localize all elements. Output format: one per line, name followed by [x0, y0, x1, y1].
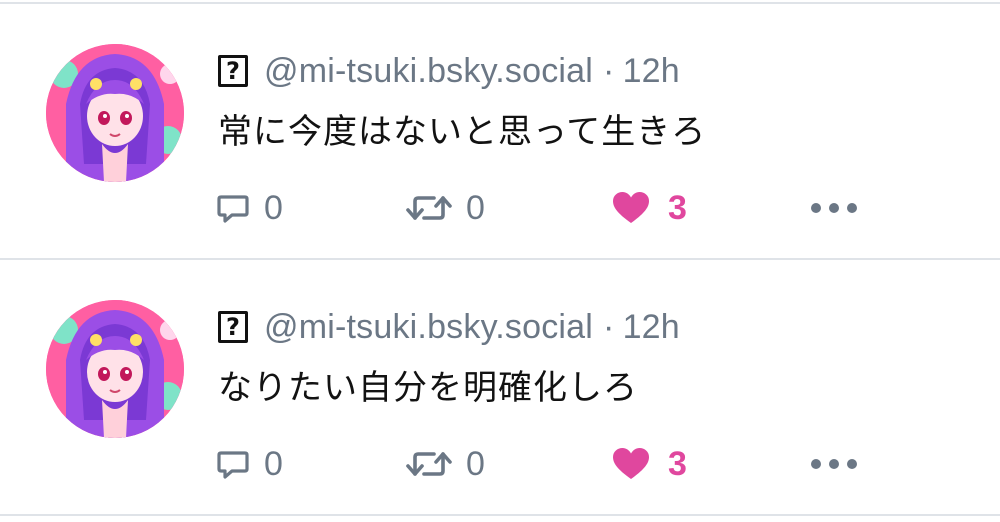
reply-button[interactable]: 0	[216, 436, 283, 492]
separator-dot: ·	[603, 51, 615, 90]
post-actions: 0 0 3	[0, 180, 1000, 236]
post-actions: 0 0 3	[0, 436, 1000, 492]
reply-count: 0	[264, 444, 283, 483]
like-count: 3	[668, 188, 687, 227]
ellipsis-icon	[810, 458, 858, 470]
unknown-glyph-icon: ?	[218, 55, 248, 87]
avatar[interactable]	[46, 300, 184, 438]
post-text: 常に今度はないと思って生きろ	[218, 112, 707, 152]
heart-icon	[612, 447, 650, 481]
like-button[interactable]: 3	[612, 436, 687, 492]
repost-arrows-icon	[406, 447, 452, 481]
avatar[interactable]	[46, 44, 184, 182]
heart-icon	[612, 191, 650, 225]
post-header: ? @mi-tsuki.bsky.social · 12h	[218, 48, 680, 94]
speech-bubble-icon	[216, 191, 250, 225]
more-options-button[interactable]	[810, 436, 858, 492]
like-count: 3	[668, 444, 687, 483]
post-timestamp[interactable]: 12h	[623, 52, 680, 91]
like-button[interactable]: 3	[612, 180, 687, 236]
reply-button[interactable]: 0	[216, 180, 283, 236]
repost-button[interactable]: 0	[406, 436, 485, 492]
separator-dot: ·	[603, 307, 615, 346]
post-item[interactable]: ? @mi-tsuki.bsky.social · 12h 常に今度はないと思っ…	[0, 4, 1000, 260]
ellipsis-icon	[810, 202, 858, 214]
more-options-button[interactable]	[810, 180, 858, 236]
post-timestamp[interactable]: 12h	[623, 308, 680, 347]
repost-button[interactable]: 0	[406, 180, 485, 236]
repost-arrows-icon	[406, 191, 452, 225]
bottom-divider	[0, 514, 1000, 516]
author-handle[interactable]: @mi-tsuki.bsky.social	[264, 52, 593, 91]
post-item[interactable]: ? @mi-tsuki.bsky.social · 12h なりたい自分を明確化…	[0, 260, 1000, 516]
repost-count: 0	[466, 444, 485, 483]
speech-bubble-icon	[216, 447, 250, 481]
repost-count: 0	[466, 188, 485, 227]
post-text: なりたい自分を明確化しろ	[218, 368, 638, 408]
reply-count: 0	[264, 188, 283, 227]
unknown-glyph-icon: ?	[218, 311, 248, 343]
post-header: ? @mi-tsuki.bsky.social · 12h	[218, 304, 680, 350]
author-handle[interactable]: @mi-tsuki.bsky.social	[264, 308, 593, 347]
